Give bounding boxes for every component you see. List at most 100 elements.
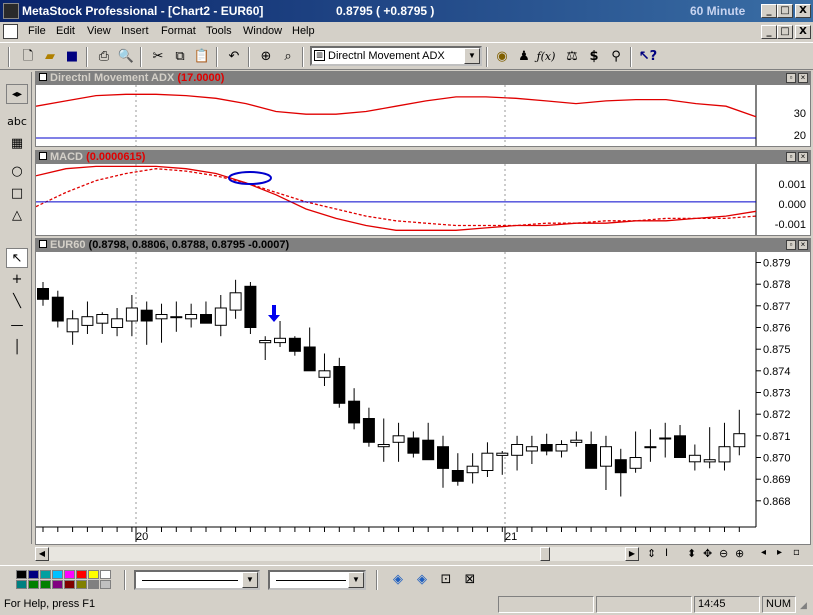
- color-swatch[interactable]: [100, 580, 111, 589]
- zoom-in-icon[interactable]: ⊕: [735, 547, 744, 560]
- horizontal-line-tool-icon[interactable]: —: [6, 316, 28, 336]
- scale-vertical-icon[interactable]: ⇕: [647, 547, 656, 560]
- color-swatch[interactable]: [76, 570, 87, 579]
- menu-window[interactable]: Window: [243, 25, 282, 37]
- minimize-button[interactable]: _: [761, 4, 777, 18]
- trendline-tool-icon[interactable]: ╲: [6, 292, 28, 312]
- color-swatch[interactable]: [64, 570, 75, 579]
- system-tester-icon[interactable]: ♟: [514, 47, 534, 67]
- line-style-select[interactable]: ▼: [134, 570, 260, 590]
- pane-restore-button[interactable]: ▫: [786, 73, 796, 83]
- down-arrow-annotation[interactable]: [268, 305, 280, 322]
- print-preview-icon[interactable]: 🔍: [116, 47, 136, 67]
- copy-icon[interactable]: ⧉: [170, 47, 190, 67]
- pane-close-button[interactable]: ×: [798, 240, 808, 250]
- menu-format[interactable]: Format: [161, 25, 196, 37]
- color-swatch[interactable]: [40, 570, 51, 579]
- tile-window-icon[interactable]: ⊠: [460, 570, 480, 590]
- menu-edit[interactable]: Edit: [56, 25, 75, 37]
- text-tool-icon[interactable]: abc: [6, 112, 28, 132]
- open-folder-icon[interactable]: ▰: [40, 47, 60, 67]
- menu-file[interactable]: File: [28, 25, 46, 37]
- color-swatch[interactable]: [88, 570, 99, 579]
- color-swatch[interactable]: [16, 570, 27, 579]
- zoom-out-icon[interactable]: ⊖: [719, 547, 728, 560]
- color-swatch[interactable]: [76, 580, 87, 589]
- pane-checkbox[interactable]: [39, 152, 47, 160]
- color-swatch[interactable]: [28, 580, 39, 589]
- new-file-icon[interactable]: 🗋: [18, 47, 38, 67]
- save-icon[interactable]: ■: [62, 47, 82, 67]
- undo-icon[interactable]: ↶: [224, 47, 244, 67]
- pane-close-button[interactable]: ×: [798, 152, 808, 162]
- price-pane[interactable]: EUR60 (0.8798, 0.8806, 0.8788, 0.8795 -0…: [35, 238, 811, 545]
- color-swatch[interactable]: [16, 580, 27, 589]
- document-icon[interactable]: [3, 24, 18, 39]
- ellipse-tool-icon[interactable]: ○: [6, 162, 28, 182]
- properties-icon[interactable]: ◈: [388, 570, 408, 590]
- adx-pane[interactable]: Directnl Movement ADX (17.0000) ▫ × 30 2…: [35, 71, 811, 147]
- doc-restore-button[interactable]: □: [777, 25, 793, 39]
- menu-insert[interactable]: Insert: [121, 25, 149, 37]
- scroll-left-button[interactable]: ◀: [35, 547, 49, 561]
- chevron-down-icon[interactable]: ▼: [348, 572, 364, 588]
- menu-help[interactable]: Help: [292, 25, 315, 37]
- scroll-thumb[interactable]: [540, 547, 550, 561]
- cursor-ibeam-icon[interactable]: I: [665, 547, 668, 559]
- macd-plot[interactable]: [36, 164, 810, 235]
- window-list-icon[interactable]: ▫: [793, 547, 800, 558]
- adx-plot[interactable]: [36, 85, 810, 146]
- cut-icon[interactable]: ✂: [148, 47, 168, 67]
- color-swatch[interactable]: [52, 570, 63, 579]
- pane-checkbox[interactable]: [39, 240, 47, 248]
- color-swatch[interactable]: [40, 580, 51, 589]
- context-help-icon[interactable]: ↖?: [638, 47, 658, 67]
- macd-pane[interactable]: MACD (0.0000615) ▫ × 0.001 0.000 -0.001: [35, 150, 811, 236]
- scroll-left-right-icon[interactable]: ◂▸: [6, 84, 28, 104]
- maximize-button[interactable]: □: [777, 4, 793, 18]
- price-plot[interactable]: 0.879 0.878 0.877 0.876 0.875 0.874 0.873 0.872…: [36, 252, 810, 544]
- object-properties-icon[interactable]: ◈: [412, 570, 432, 590]
- zoom-vertical-icon[interactable]: ⬍: [687, 547, 696, 560]
- pan-icon[interactable]: ✥: [703, 547, 712, 560]
- pointer-tool-icon[interactable]: ↖: [6, 248, 28, 268]
- pane-restore-button[interactable]: ▫: [786, 240, 796, 250]
- explorer-icon[interactable]: ⚲: [606, 47, 626, 67]
- crosshair-tool-icon[interactable]: +: [6, 270, 28, 290]
- doc-close-button[interactable]: X: [795, 25, 811, 39]
- triangle-tool-icon[interactable]: △: [6, 206, 28, 226]
- doc-minimize-button[interactable]: _: [761, 25, 777, 39]
- horizontal-scrollbar[interactable]: ◀ ▶ ⇕ I ⬍ ✥ ⊖ ⊕ ◂ ▸ ▫: [35, 546, 811, 563]
- chevron-down-icon[interactable]: ▼: [242, 572, 258, 588]
- close-button[interactable]: X: [795, 4, 811, 18]
- formula-icon[interactable]: ƒ(x): [536, 47, 556, 67]
- indicator-builder-icon[interactable]: ⚖: [562, 47, 582, 67]
- app-icon[interactable]: [3, 3, 19, 19]
- pane-checkbox[interactable]: [39, 73, 47, 81]
- color-swatch[interactable]: [88, 580, 99, 589]
- title-bar[interactable]: MetaStock Professional - [Chart2 - EUR60…: [0, 0, 813, 22]
- pane-restore-button[interactable]: ▫: [786, 152, 796, 162]
- new-window-icon[interactable]: ⊡: [436, 570, 456, 590]
- color-swatch[interactable]: [64, 580, 75, 589]
- color-swatch[interactable]: [100, 570, 111, 579]
- expert-advisor-icon[interactable]: ◉: [492, 47, 512, 67]
- pane-close-button[interactable]: ×: [798, 73, 808, 83]
- paste-icon[interactable]: 📋: [192, 47, 212, 67]
- color-swatch[interactable]: [28, 570, 39, 579]
- ellipse-annotation[interactable]: [228, 171, 272, 185]
- step-back-icon[interactable]: ◂: [761, 547, 766, 558]
- grid-tool-icon[interactable]: ▦: [6, 134, 28, 154]
- indicator-select[interactable]: ▥ Directnl Movement ADX ▼: [310, 46, 482, 66]
- zoom-icon[interactable]: ⌕: [278, 47, 298, 67]
- scroll-right-button[interactable]: ▶: [625, 547, 639, 561]
- chevron-down-icon[interactable]: ▼: [464, 48, 480, 64]
- menu-tools[interactable]: Tools: [206, 25, 232, 37]
- print-icon[interactable]: ⎙: [94, 47, 114, 67]
- resize-grip-icon[interactable]: ◢: [800, 600, 807, 611]
- dollar-icon[interactable]: $: [584, 47, 604, 67]
- vertical-line-tool-icon[interactable]: │: [6, 338, 28, 358]
- step-forward-icon[interactable]: ▸: [777, 547, 782, 558]
- color-palette[interactable]: [16, 570, 112, 590]
- scroll-track[interactable]: [49, 547, 625, 561]
